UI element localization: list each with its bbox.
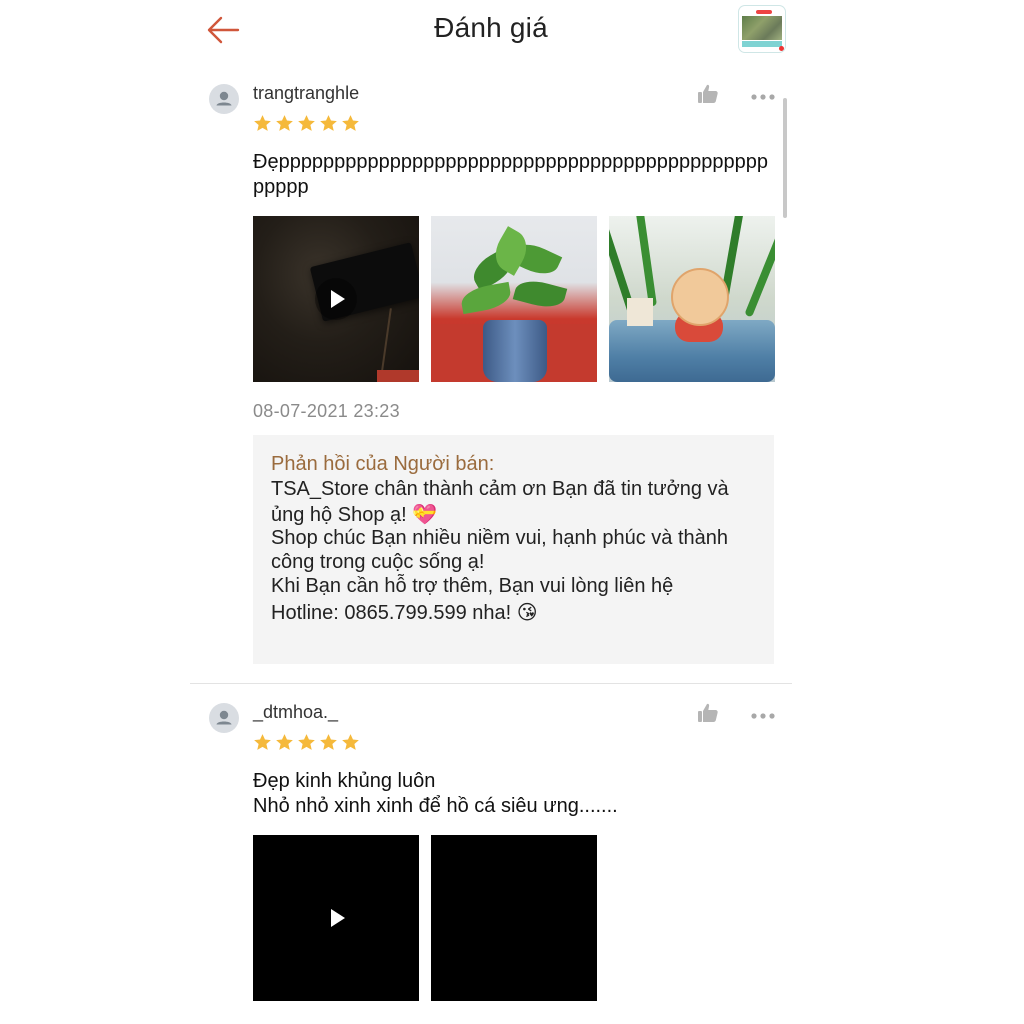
review-text-line: Đẹp kinh khủng luôn <box>253 770 436 792</box>
seller-reply: Phản hồi của Người bán: TSA_Store chân t… <box>253 435 774 664</box>
review-username[interactable]: _dtmhoa._ <box>253 702 338 723</box>
header-bar: Đánh giá <box>190 0 792 62</box>
seller-reply-line: Khi Bạn cần hỗ trợ thêm, Bạn vui lòng li… <box>271 575 674 597</box>
thumbs-up-icon[interactable] <box>696 82 720 106</box>
star-icon <box>320 734 337 750</box>
play-icon[interactable] <box>315 897 357 939</box>
user-icon <box>216 91 232 106</box>
seller-reply-line: TSA_Store chân thành cảm ơn Bạn đã tin t… <box>271 478 729 500</box>
seller-reply-label: Phản hồi của Người bán: <box>271 453 495 475</box>
seller-reply-line: Hotline: 0865.799.599 nha! 😘 <box>271 602 538 624</box>
star-icon <box>342 734 359 750</box>
review-photo[interactable] <box>431 835 597 1001</box>
avatar[interactable] <box>209 703 239 733</box>
reviews-screen: Đánh giá trangtranghle Đẹppppppppppppppp… <box>190 0 792 1024</box>
review-text-line: Nhỏ nhỏ xinh xinh để hồ cá siêu ưng.....… <box>253 795 618 817</box>
seller-reply-line: ủng hộ Shop ạ! 💝 <box>271 504 438 526</box>
review-photo[interactable] <box>431 216 597 382</box>
star-icon <box>276 734 293 750</box>
seller-reply-line: Shop chúc Bạn nhiều niềm vui, hạnh phúc … <box>271 527 728 549</box>
more-options-icon[interactable] <box>750 89 776 100</box>
review-username[interactable]: trangtranghle <box>253 83 359 104</box>
thumbs-up-icon[interactable] <box>696 701 720 725</box>
seller-reply-line: công trong cuộc sống ạ! <box>271 551 485 573</box>
star-icon <box>342 115 359 131</box>
product-thumbnail[interactable] <box>739 6 785 52</box>
review-video[interactable] <box>253 835 419 1001</box>
star-icon <box>254 734 271 750</box>
page-title: Đánh giá <box>434 12 548 43</box>
star-icon <box>298 734 315 750</box>
star-icon <box>276 115 293 131</box>
review-text: Đẹpppppppppppppppppppppppppppppppppppppp… <box>253 151 768 198</box>
star-icon <box>320 115 337 131</box>
more-options-icon[interactable] <box>750 708 776 719</box>
scrollbar[interactable] <box>783 98 787 218</box>
avatar[interactable] <box>209 84 239 114</box>
review-photo[interactable] <box>609 216 775 382</box>
star-rating <box>253 114 360 134</box>
review-timestamp: 08-07-2021 23:23 <box>253 401 400 421</box>
star-icon <box>254 115 271 131</box>
review-video[interactable] <box>253 216 419 382</box>
star-icon <box>298 115 315 131</box>
star-rating <box>253 733 360 753</box>
user-icon <box>216 710 232 725</box>
review-divider <box>190 683 792 684</box>
play-icon[interactable] <box>315 278 357 320</box>
